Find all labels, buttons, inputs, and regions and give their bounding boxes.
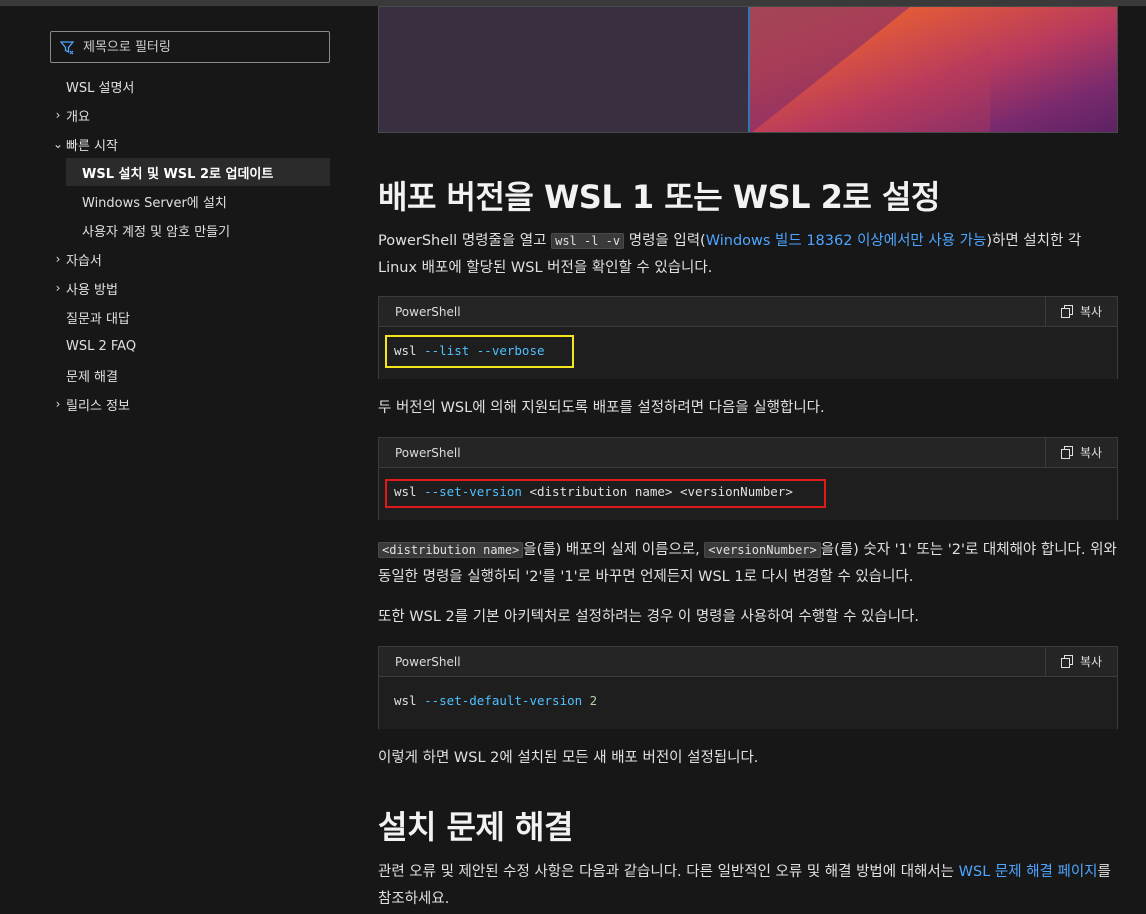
copy-icon	[1060, 655, 1073, 668]
code-command: wsl	[394, 343, 417, 358]
copy-label: 복사	[1079, 305, 1103, 319]
copy-icon	[1060, 446, 1073, 459]
code-block-set-default-version: PowerShell 복사 wsl --set-default-version …	[378, 646, 1118, 729]
chevron-right-icon: ›	[55, 281, 61, 295]
copy-button[interactable]: 복사	[1045, 297, 1117, 326]
code-parameters: --list --verbose	[416, 343, 545, 358]
filter-icon	[59, 41, 75, 55]
sidebar-item-troubleshooting[interactable]: 문제 해결	[50, 361, 330, 389]
code-body: wsl --set-version <distribution name> <v…	[379, 468, 1117, 520]
sidebar-item-release-notes[interactable]: › 릴리스 정보	[50, 390, 330, 418]
code-language-label: PowerShell	[395, 304, 461, 319]
sidebar-item-label: 자습서	[66, 253, 102, 269]
code-line: wsl --list --verbose	[394, 343, 545, 358]
sidebar-item-label: 빠른 시작	[66, 138, 118, 154]
sidebar-item-label: WSL 설명서	[66, 80, 135, 96]
code-block-list-verbose: PowerShell 복사 wsl --list --verbose	[378, 296, 1118, 379]
inline-code: wsl -l -v	[551, 233, 625, 249]
hero-left-panel	[379, 7, 749, 132]
text: PowerShell 명령줄을 열고	[378, 233, 552, 249]
code-parameter: --set-version	[416, 484, 522, 499]
code-arguments: <distribution name> <versionNumber>	[521, 484, 793, 499]
section-heading-set-version: 배포 버전을 WSL 1 또는 WSL 2로 설정	[378, 178, 940, 216]
sidebar-item-windows-server[interactable]: Windows Server에 설치	[66, 187, 330, 215]
sidebar-item-quickstart[interactable]: ⌄ 빠른 시작	[50, 130, 330, 158]
code-header: PowerShell 복사	[379, 647, 1117, 677]
filter-input[interactable]	[83, 39, 323, 55]
hero-image	[378, 6, 1118, 133]
sidebar-item-label: 질문과 대답	[66, 311, 130, 327]
paragraph-set-version: 두 버전의 WSL에 의해 지원되도록 배포를 설정하려면 다음을 실행합니다.	[378, 400, 825, 416]
copy-label: 복사	[1079, 446, 1103, 460]
paragraph-default-version: 또한 WSL 2를 기본 아키텍처로 설정하려는 경우 이 명령을 사용하여 수…	[378, 609, 919, 625]
sidebar-item-label: WSL 설치 및 WSL 2로 업데이트	[82, 166, 274, 182]
code-language-label: PowerShell	[395, 654, 461, 669]
chevron-right-icon: ›	[55, 397, 61, 411]
paragraph-troubleshooting: 관련 오류 및 제안된 수정 사항은 다음과 같습니다. 다른 일반적인 오류 …	[378, 859, 1118, 913]
text: 을(를) 배포의 실제 이름으로,	[523, 542, 705, 558]
section-heading-troubleshooting: 설치 문제 해결	[378, 808, 573, 846]
code-line: wsl --set-default-version 2	[394, 693, 597, 708]
code-body: wsl --set-default-version 2	[379, 677, 1117, 729]
text: 명령을 입력(	[624, 233, 706, 249]
code-header: PowerShell 복사	[379, 438, 1117, 468]
troubleshooting-page-link[interactable]: WSL 문제 해결 페이지	[959, 864, 1098, 880]
code-body: wsl --list --verbose	[379, 327, 1117, 379]
chevron-down-icon: ⌄	[52, 137, 64, 151]
chevron-right-icon: ›	[55, 252, 61, 266]
text: 관련 오류 및 제안된 수정 사항은 다음과 같습니다. 다른 일반적인 오류 …	[378, 864, 959, 880]
chevron-right-icon: ›	[55, 108, 61, 122]
code-language-label: PowerShell	[395, 445, 461, 460]
inline-code: <versionNumber>	[704, 542, 821, 558]
sidebar-item-wsl2-faq[interactable]: WSL 2 FAQ	[50, 332, 330, 360]
hero-facet	[810, 47, 990, 132]
code-line: wsl --set-version <distribution name> <v…	[394, 484, 793, 499]
sidebar-item-install-wsl[interactable]: WSL 설치 및 WSL 2로 업데이트	[66, 158, 330, 186]
code-command: wsl	[394, 693, 417, 708]
filter-box[interactable]	[50, 31, 330, 63]
code-command: wsl	[394, 484, 417, 499]
sidebar-item-label: WSL 2 FAQ	[66, 338, 137, 354]
copy-button[interactable]: 복사	[1045, 438, 1117, 467]
sidebar-item-label: 사용자 계정 및 암호 만들기	[82, 224, 231, 240]
sidebar-item-how-to[interactable]: › 사용 방법	[50, 274, 330, 302]
sidebar-item-label: 개요	[66, 109, 90, 125]
code-block-set-version: PowerShell 복사 wsl --set-version <distrib…	[378, 437, 1118, 520]
copy-button[interactable]: 복사	[1045, 647, 1117, 676]
sidebar-item-label: Windows Server에 설치	[82, 195, 227, 211]
code-parameter: --set-default-version	[416, 693, 583, 708]
sidebar-item-wsl-docs[interactable]: WSL 설명서	[50, 72, 330, 100]
sidebar-item-user-account[interactable]: 사용자 계정 및 암호 만들기	[66, 216, 330, 244]
copy-label: 복사	[1079, 655, 1103, 669]
windows-build-link[interactable]: Windows 빌드 18362 이상에서만 사용 가능	[706, 233, 987, 249]
paragraph-result: 이렇게 하면 WSL 2에 설치된 모든 새 배포 버전이 설정됩니다.	[378, 750, 759, 766]
inline-code: <distribution name>	[378, 542, 524, 558]
sidebar-item-label: 문제 해결	[66, 369, 118, 385]
sidebar-item-label: 사용 방법	[66, 282, 118, 298]
code-number: 2	[582, 693, 598, 708]
paragraph-list-versions: PowerShell 명령줄을 열고 wsl -l -v 명령을 입력(Wind…	[378, 228, 1118, 282]
hero-gradient-panel	[750, 7, 1117, 132]
sidebar-item-faq[interactable]: 질문과 대답	[50, 303, 330, 331]
code-header: PowerShell 복사	[379, 297, 1117, 327]
copy-icon	[1060, 305, 1073, 318]
paragraph-replace-placeholders: <distribution name> 을(를) 배포의 실제 이름으로, <ve…	[378, 537, 1118, 591]
sidebar-item-label: 릴리스 정보	[66, 398, 130, 414]
sidebar-item-overview[interactable]: › 개요	[50, 101, 330, 129]
sidebar-item-tutorials[interactable]: › 자습서	[50, 245, 330, 273]
